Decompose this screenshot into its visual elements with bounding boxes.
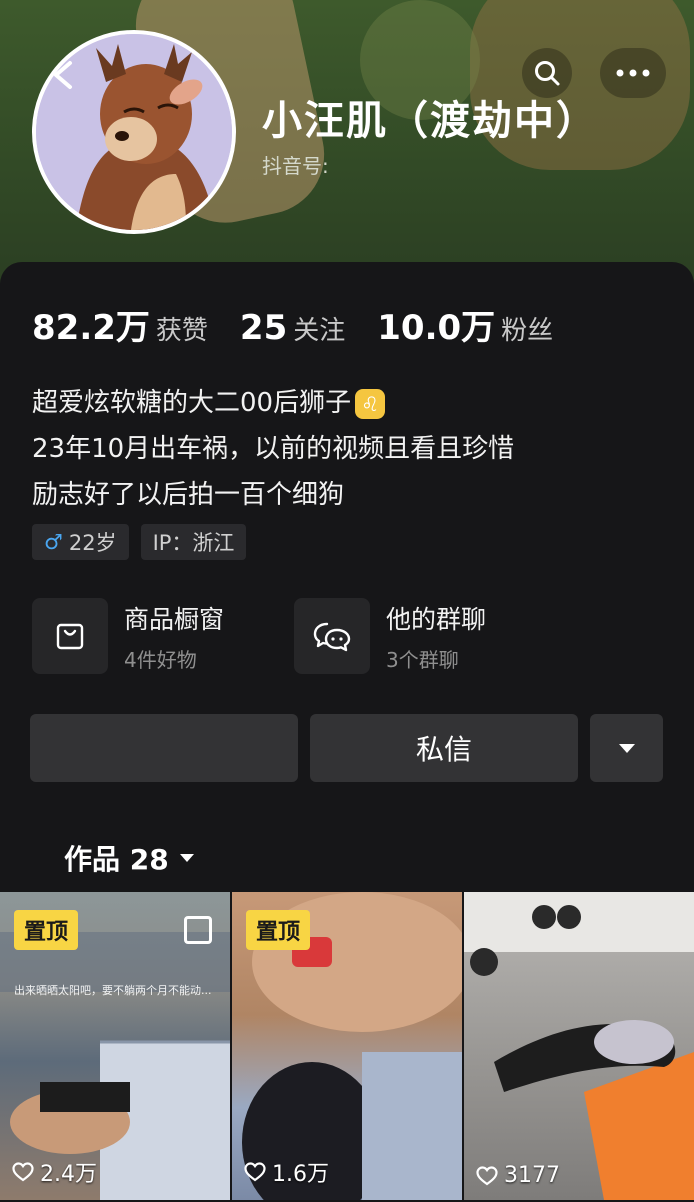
- video-thumbnail[interactable]: 置顶 出来晒晒太阳吧，要不躺两个月不能动... 2.4万: [0, 892, 230, 1200]
- more-dots-icon: [616, 69, 650, 77]
- age-tag: ♂ 22岁: [32, 524, 129, 560]
- shop-window-subtitle: 4件好物: [124, 647, 197, 672]
- video-likes-count: 1.6万: [272, 1162, 329, 1187]
- bio-line-2: 23年10月出车祸，以前的视频且看且珍惜: [32, 434, 515, 464]
- pinned-badge: 置顶: [14, 910, 79, 950]
- heart-icon: [244, 1162, 266, 1182]
- likes-count[interactable]: 82.2万: [32, 300, 150, 349]
- group-chat-entry[interactable]: 他的群聊 3个群聊: [294, 598, 556, 674]
- message-button[interactable]: 私信: [310, 714, 578, 782]
- search-icon: [535, 61, 560, 86]
- chat-bubbles-icon: [294, 598, 370, 674]
- bio-line-3: 励志好了以后拍一百个细狗: [32, 480, 345, 510]
- shop-window-entry[interactable]: 商品橱窗 4件好物: [32, 598, 294, 674]
- video-grid: 置顶 出来晒晒太阳吧，要不躺两个月不能动... 2.4万 置顶 1.6万 317…: [0, 892, 694, 1200]
- caret-down-icon: [179, 854, 194, 862]
- leo-zodiac-icon: ♌: [355, 388, 386, 419]
- follow-button[interactable]: [30, 714, 298, 782]
- multi-image-icon: [184, 916, 212, 944]
- video-likes: 1.6万: [244, 1156, 329, 1188]
- video-likes-count: 3177: [504, 1163, 560, 1188]
- video-likes-count: 2.4万: [40, 1162, 97, 1187]
- video-thumbnail[interactable]: 3177: [464, 892, 694, 1200]
- tab-works-label: 作品 28: [64, 843, 169, 876]
- ip-location-tag: IP：浙江: [140, 524, 247, 560]
- profile-name: 小汪肌（渡劫中）: [262, 98, 598, 144]
- video-likes: 2.4万: [12, 1156, 97, 1188]
- profile-stats: 82.2万 获赞 25 关注 10.0万 粉丝: [32, 300, 585, 349]
- age-label: 22岁: [68, 531, 117, 555]
- video-likes: 3177: [476, 1163, 560, 1188]
- profile-tags: ♂ 22岁 IP：浙江: [32, 524, 247, 560]
- pinned-badge: 置顶: [246, 910, 311, 950]
- profile-bio: 超爱炫软糖的大二00后狮子 ♌ 23年10月出车祸，以前的视频且看且珍惜 励志好了…: [32, 380, 514, 518]
- dropdown-triangle-icon: [618, 744, 635, 753]
- likes-label: 获赞: [155, 316, 208, 346]
- video-cover-image: [464, 892, 694, 1200]
- shop-window-title: 商品橱窗: [124, 604, 225, 634]
- video-caption: 出来晒晒太阳吧，要不躺两个月不能动...: [14, 984, 212, 997]
- male-gender-icon: ♂: [44, 530, 63, 554]
- group-chat-title: 他的群聊: [386, 604, 487, 634]
- following-label: 关注: [293, 316, 346, 346]
- group-chat-subtitle: 3个群聊: [386, 647, 459, 672]
- heart-icon: [476, 1165, 498, 1185]
- video-thumbnail[interactable]: 置顶 1.6万: [232, 892, 462, 1200]
- followers-label: 粉丝: [501, 316, 554, 346]
- heart-icon: [12, 1162, 34, 1182]
- back-button[interactable]: [40, 52, 86, 98]
- more-actions-dropdown-button[interactable]: [590, 714, 663, 782]
- bio-line-1: 超爱炫软糖的大二00后狮子: [32, 388, 352, 418]
- more-options-button[interactable]: [600, 48, 666, 98]
- douyin-id: 抖音号:: [262, 154, 329, 178]
- ip-location-label: IP：浙江: [152, 531, 235, 555]
- profile-entries: 商品橱窗 4件好物 他的群聊 3个群聊: [32, 598, 556, 674]
- following-count[interactable]: 25: [240, 308, 287, 348]
- followers-count[interactable]: 10.0万: [377, 300, 495, 349]
- bag-icon: [32, 598, 108, 674]
- back-arrow-icon: [54, 61, 72, 89]
- tab-works[interactable]: 作品 28: [64, 838, 195, 878]
